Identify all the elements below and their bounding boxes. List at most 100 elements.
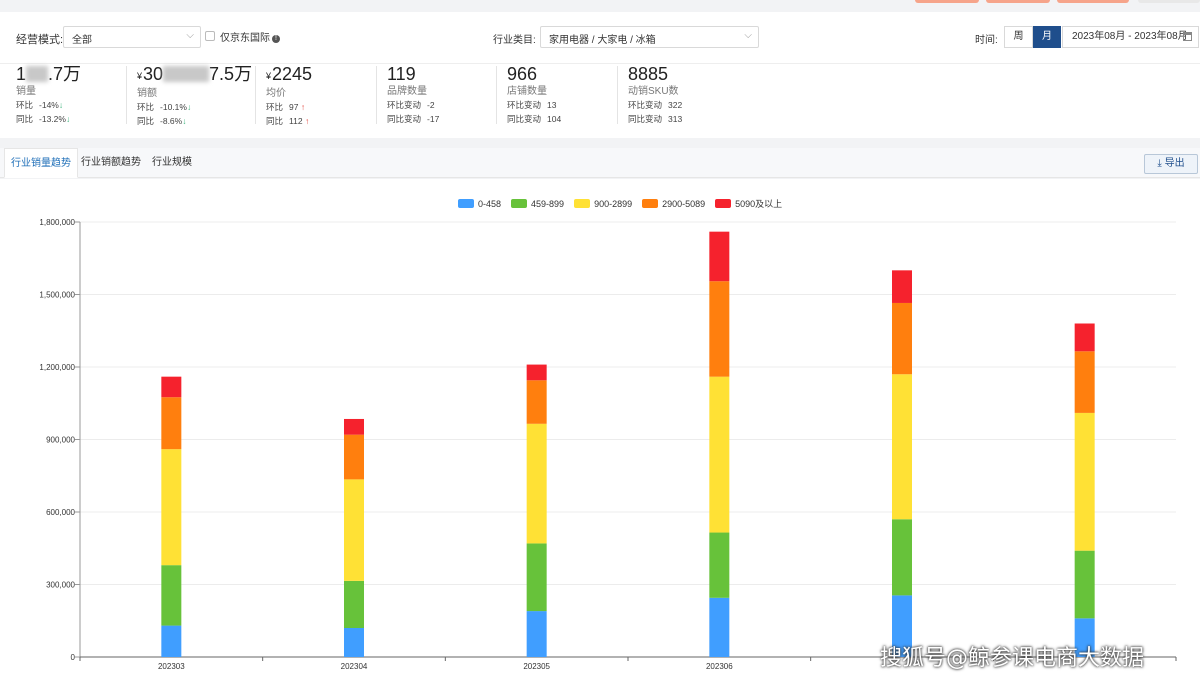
jd-intl-checkbox[interactable]	[205, 31, 215, 41]
bar-segment	[1074, 412, 1095, 551]
date-range-value: 2023年08月 - 2023年08月	[1072, 31, 1188, 42]
metric-sku-count: 8885 动销SKU数 环比变动 322 同比变动 313	[617, 64, 748, 128]
metric-value: ¥30 7.5万	[137, 64, 253, 84]
bar-segment	[1074, 550, 1095, 619]
metric-mom: 环比 -14%↓	[16, 100, 64, 110]
export-button[interactable]: ⤓ 导出	[1144, 154, 1198, 174]
metric-value-prefix: 1	[16, 64, 27, 84]
date-range-picker[interactable]: 2023年08月 - 2023年08月	[1062, 26, 1199, 48]
bar-segment	[526, 380, 547, 424]
bar-segment	[344, 418, 364, 435]
top-action-2[interactable]	[986, 0, 1050, 3]
metric-yoy: 同比 -8.6%↓	[137, 116, 187, 126]
metric-name: 销量	[16, 86, 36, 97]
chevron-down-icon: ⌵	[744, 30, 752, 41]
jd-intl-label: 仅京东国际!	[220, 29, 280, 44]
metric-mom: 环比变动 13	[507, 100, 557, 110]
divider	[496, 66, 497, 124]
top-action-3[interactable]	[1057, 0, 1129, 3]
metric-mom: 环比 97 ↑	[266, 102, 306, 112]
category-label: 行业类目:	[493, 35, 536, 46]
metric-yoy: 同比变动 313	[628, 114, 683, 124]
y-tick-label: 900,000	[46, 436, 75, 445]
category-select[interactable]: 家用电器 / 大家电 / 冰箱 ⌵	[540, 26, 759, 48]
chevron-down-icon: ⌵	[186, 30, 194, 41]
metric-name: 销额	[137, 88, 157, 99]
metric-brand-count: 119 品牌数量 环比变动 -2 同比变动 -17	[376, 64, 507, 128]
bar-segment	[709, 281, 730, 377]
bar-segment	[526, 423, 547, 544]
bar-segment	[892, 270, 912, 303]
metric-value: ¥2245	[266, 64, 313, 84]
download-icon: ⤓	[1157, 158, 1162, 169]
bar-segment	[892, 519, 912, 596]
bar-segment	[526, 543, 547, 612]
x-tick-label: 202305	[523, 662, 550, 671]
metric-sales-volume: 1.7万 销量 环比 -14%↓ 同比 -13.2%↓	[16, 64, 136, 128]
bar-segment	[161, 565, 182, 626]
watermark: 搜狐号@鲸参课电商大数据	[880, 646, 1145, 671]
metrics-panel: 1.7万 销量 环比 -14%↓ 同比 -13.2%↓ ¥30 7.5万 销额 环比 -…	[0, 64, 1200, 138]
time-label: 时间:	[975, 35, 998, 46]
divider	[255, 66, 256, 124]
x-tick-label: 202304	[341, 662, 368, 671]
bar-segment	[161, 376, 182, 398]
bar-segment	[709, 532, 730, 598]
period-month-button[interactable]: 月	[1033, 26, 1061, 48]
metric-yoy: 同比变动 -17	[387, 114, 440, 124]
blurred-mask	[26, 66, 49, 82]
metric-mom: 环比 -10.1%↓	[137, 102, 192, 112]
bar-segment	[344, 434, 364, 480]
mode-select[interactable]: 全部 ⌵	[63, 26, 201, 48]
metric-store-count: 966 店铺数量 环比变动 13 同比变动 104	[496, 64, 627, 128]
chart-container: 0-458 459-899 900-2899 2900-5089 5090及以上 0 30…	[0, 179, 1200, 681]
bar-segment	[1074, 323, 1095, 352]
period-week-button[interactable]: 周	[1004, 26, 1033, 48]
bar-segment	[344, 580, 364, 628]
mode-select-value: 全部	[72, 35, 92, 46]
filter-bar: 经营模式: 全部 ⌵ 仅京东国际! 行业类目: 家用电器 / 大家电 / 冰箱 …	[0, 12, 1200, 64]
metric-name: 品牌数量	[387, 86, 427, 97]
mode-label: 经营模式:	[16, 34, 64, 46]
metric-value: 119	[387, 64, 416, 84]
top-action-1[interactable]	[915, 0, 979, 3]
metric-avg-price: ¥2245 均价 环比 97 ↑ 同比 112 ↑	[255, 64, 386, 128]
tab-industry-scale[interactable]: 行业规模	[146, 148, 198, 178]
export-label: 导出	[1164, 158, 1185, 169]
bar-segment	[344, 628, 364, 657]
blurred-mask	[163, 66, 210, 82]
metric-name: 动销SKU数	[628, 86, 679, 97]
metric-name: 均价	[266, 88, 286, 99]
tab-sales-amount-trend[interactable]: 行业销额趋势	[75, 148, 147, 178]
top-strip	[0, 0, 1200, 12]
y-tick-label: 0	[71, 653, 76, 662]
calendar-icon	[1183, 32, 1192, 41]
bar-segment	[892, 302, 912, 375]
bar-segment	[161, 625, 182, 657]
bar-segment	[709, 597, 730, 657]
metric-mom: 环比变动 -2	[387, 100, 435, 110]
bar-segment	[161, 449, 182, 566]
bar-segment	[892, 374, 912, 520]
top-action-4[interactable]	[1138, 0, 1200, 3]
bar-segment	[1074, 351, 1095, 413]
bar-segment	[709, 231, 730, 282]
y-tick-label: 1,200,000	[39, 363, 75, 372]
metric-sales-amount: ¥30 7.5万 销额 环比 -10.1%↓ 同比 -8.6%↓	[126, 64, 257, 128]
metric-value: 8885	[628, 64, 669, 84]
metric-yoy: 同比变动 104	[507, 114, 562, 124]
y-tick-label: 1,800,000	[39, 218, 75, 227]
bar-segment	[344, 479, 364, 581]
metric-name: 店铺数量	[507, 86, 547, 97]
info-icon[interactable]: !	[272, 35, 280, 43]
y-tick-label: 1,500,000	[39, 291, 75, 300]
category-select-value: 家用电器 / 大家电 / 冰箱	[549, 35, 656, 46]
chart-tabs: 行业销量趋势 行业销额趋势 行业规模 ⤓ 导出	[0, 148, 1200, 178]
bar-segment	[709, 376, 730, 533]
y-tick-label: 300,000	[46, 581, 75, 590]
metric-yoy: 同比 -13.2%↓	[16, 114, 71, 124]
metric-value: 966	[507, 64, 538, 84]
tab-sales-volume-trend[interactable]: 行业销量趋势	[4, 148, 78, 178]
divider	[126, 66, 127, 124]
bar-segment	[526, 611, 547, 657]
